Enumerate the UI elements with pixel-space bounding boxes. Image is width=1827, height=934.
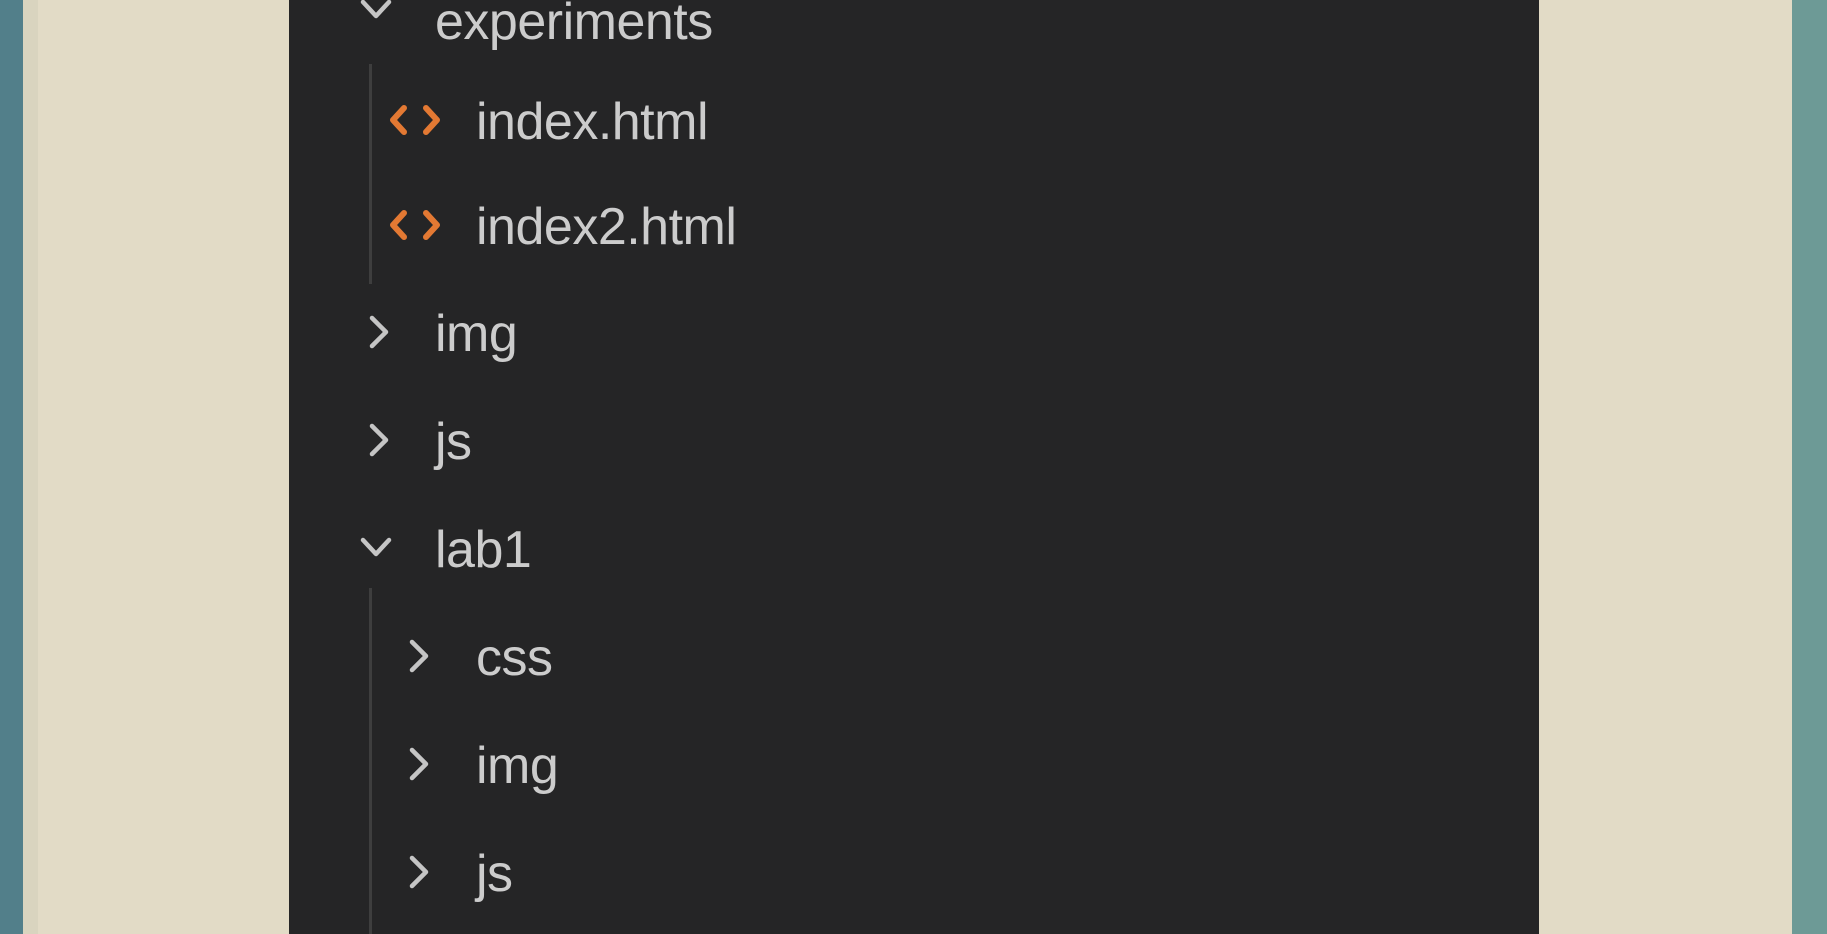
chevron-right-icon — [401, 744, 435, 784]
tree-file-index2-html[interactable]: index2.html — [289, 175, 1539, 279]
html-file-icon — [388, 100, 444, 140]
tree-item-label: img — [476, 737, 559, 795]
chevron-right-icon — [401, 852, 435, 892]
backdrop-edge — [23, 0, 38, 934]
tree-folder-js[interactable]: js — [289, 390, 1539, 494]
tree-folder-lab1-img[interactable]: img — [289, 714, 1539, 818]
tree-item-label: js — [435, 413, 472, 471]
chevron-down-icon — [359, 528, 393, 568]
chevron-right-icon — [401, 636, 435, 676]
window-frame-right — [1792, 0, 1827, 934]
tree-folder-img[interactable]: img — [289, 282, 1539, 386]
tree-item-label: index.html — [476, 93, 709, 151]
chevron-right-icon — [361, 420, 395, 460]
tree-item-label: lab1 — [435, 521, 532, 579]
tree-folder-lab1-css[interactable]: css — [289, 606, 1539, 710]
chevron-right-icon — [361, 312, 395, 352]
tree-item-label: css — [476, 629, 553, 687]
tree-item-label: js — [476, 845, 513, 903]
explorer-panel: experiments index.html index2.html img j… — [289, 0, 1539, 934]
tree-folder-lab1[interactable]: lab1 — [289, 498, 1539, 602]
tree-file-index-html[interactable]: index.html — [289, 70, 1539, 174]
chevron-down-icon — [359, 0, 393, 30]
tree-item-label: experiments — [435, 0, 713, 51]
tree-item-label: index2.html — [476, 198, 737, 256]
window-frame-left — [0, 0, 23, 934]
tree-folder-experiments[interactable]: experiments — [289, 0, 1539, 74]
tree-folder-lab1-js[interactable]: js — [289, 822, 1539, 926]
tree-item-label: img — [435, 305, 518, 363]
html-file-icon — [388, 205, 444, 245]
